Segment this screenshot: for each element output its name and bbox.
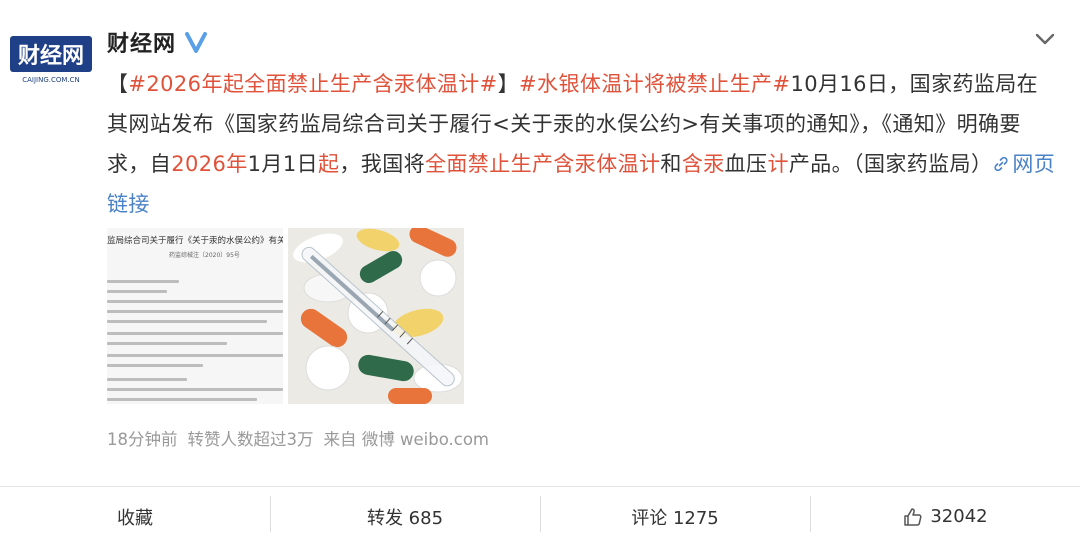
doc-line [107,378,187,381]
content-text-2: 1月1日 [247,152,318,176]
favorite-label: 收藏 [117,507,153,529]
doc-line [107,310,283,313]
favorite-button[interactable]: 收藏 [0,487,270,546]
post-header: 财经网 [107,24,208,60]
bracket-open: 【 [107,72,129,96]
avatar-logo-text: 财经网 [18,43,84,69]
avatar[interactable]: 财经网 CAIJING.COM.CN [8,28,94,88]
content-text-5: 血压 [724,152,768,176]
comment-label: 评论 1275 [631,507,719,529]
content-text-4: 和 [660,152,682,176]
link-icon [994,156,1008,172]
post-meta: 18分钟前 转赞人数超过3万 来自 微博 weibo.com [107,426,489,450]
highlight-qi: 起 [317,152,340,176]
doc-line [107,280,179,283]
highlight-phrase: 全面禁止生产含汞体温计 [425,152,661,176]
doc-line [107,332,283,335]
repost-label: 转发 685 [366,507,444,529]
avatar-logo-sub: CAIJING.COM.CN [22,76,80,84]
action-bar: 收藏 转发 685 评论 1275 32042 [0,487,1080,546]
like-count: 32042 [930,506,988,527]
comment-button[interactable]: 评论 1275 [540,487,810,546]
chevron-down-icon[interactable] [1032,26,1058,52]
image-document-thumbnail[interactable]: 监局综合司关于履行《关于汞的水俣公约》有关事项 药监综械注〔2020〕95号 [107,228,283,404]
verified-icon [185,32,208,53]
bracket-close: 】 [497,72,520,96]
post-time: 18分钟前 [107,430,178,449]
image-pills-thermometer[interactable] [288,228,464,404]
doc-line [107,354,283,357]
repost-like-note: 转赞人数超过3万 [187,430,314,449]
post-content: 【#2026年起全面禁止生产含汞体温计#】#水银体温计将被禁止生产#10月16日… [107,64,1057,224]
highlight-hangong: 含汞 [681,152,725,176]
doc-line [107,300,283,303]
content-text-6: 产品。（国家药监局） [788,152,993,176]
like-button[interactable]: 32042 [810,487,1080,546]
doc-line [107,398,257,401]
highlight-year: 2026年 [171,152,248,176]
doc-line [107,364,203,367]
username[interactable]: 财经网 [107,26,176,58]
thumbs-up-icon [904,507,922,526]
doc-line [107,320,267,323]
pills-illustration [288,228,464,404]
document-subtitle: 药监综械注〔2020〕95号 [169,252,240,259]
hashtag-mercury-thermometer[interactable]: #水银体温计将被禁止生产# [519,72,790,96]
hashtag-ban-mercury-thermometer[interactable]: #2026年起全面禁止生产含汞体温计# [128,72,497,96]
doc-line [107,342,227,345]
doc-line [107,388,283,391]
post-source[interactable]: 来自 微博 weibo.com [324,426,489,450]
document-title: 监局综合司关于履行《关于汞的水俣公约》有关事项 [107,236,283,246]
highlight-ji: 计 [767,152,789,176]
repost-button[interactable]: 转发 685 [270,487,540,546]
doc-line [107,290,167,293]
content-text-3: ，我国将 [339,152,425,176]
